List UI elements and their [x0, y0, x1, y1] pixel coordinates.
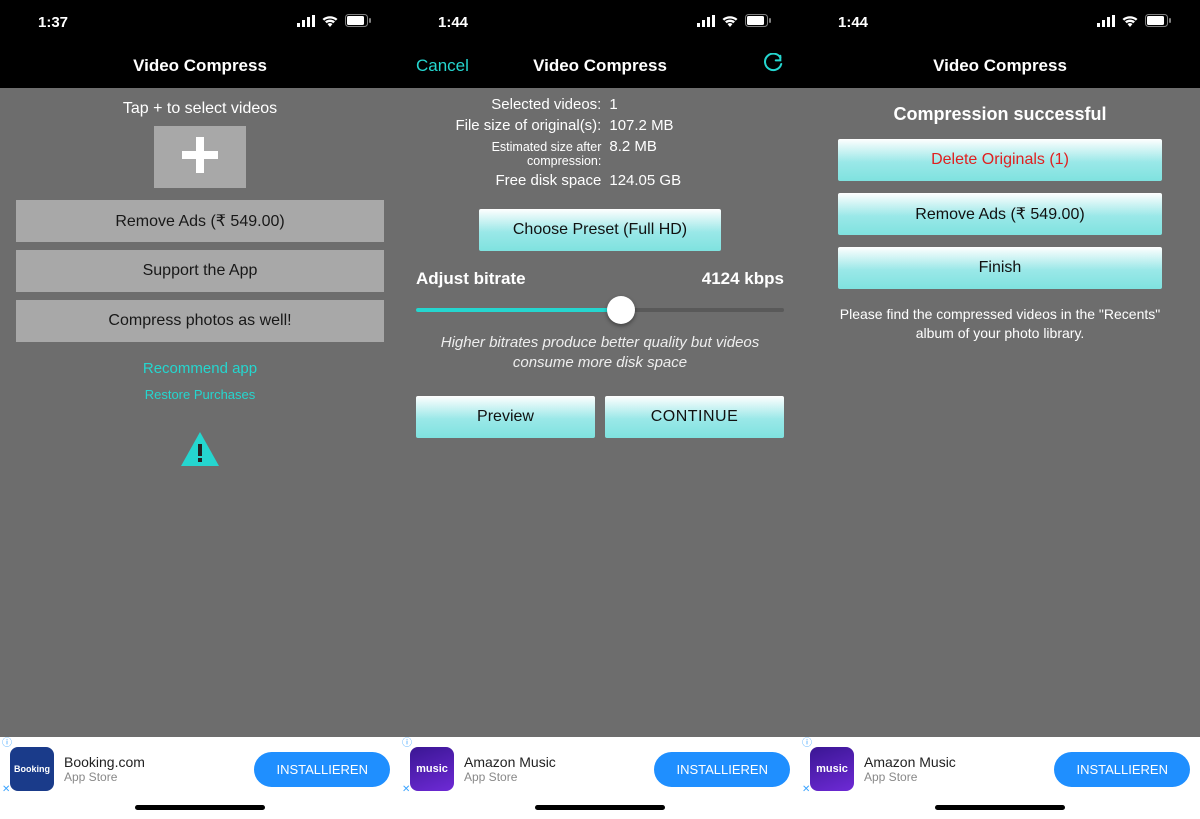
original-size-row: File size of original(s): 107.2 MB	[416, 117, 784, 134]
status-bar: 1:44	[800, 0, 1200, 44]
bitrate-hint: Higher bitrates produce better quality b…	[416, 333, 784, 374]
free-space-label: Free disk space	[416, 172, 607, 189]
compress-photos-button[interactable]: Compress photos as well!	[16, 300, 384, 342]
remove-ads-button[interactable]: Remove Ads (₹ 549.00)	[16, 200, 384, 242]
selected-videos-value: 1	[607, 96, 784, 113]
wifi-icon	[321, 14, 339, 31]
ad-info-icons: ⓘ✕	[402, 739, 412, 795]
ad-subtitle: App Store	[864, 770, 1054, 784]
status-time: 1:44	[838, 14, 868, 31]
preview-button[interactable]: Preview	[416, 396, 595, 438]
ad-title: Amazon Music	[464, 754, 654, 771]
cancel-button[interactable]: Cancel	[416, 56, 469, 76]
content: Tap + to select videos Remove Ads (₹ 549…	[0, 88, 400, 737]
ad-banner[interactable]: ⓘ✕ music Amazon Music App Store INSTALLI…	[800, 737, 1200, 801]
selected-videos-label: Selected videos:	[416, 96, 607, 113]
estimated-size-value: 8.2 MB	[607, 138, 784, 155]
support-app-button[interactable]: Support the App	[16, 250, 384, 292]
cellular-signal-icon	[697, 14, 715, 31]
selected-videos-row: Selected videos: 1	[416, 96, 784, 113]
nav-title: Video Compress	[933, 56, 1067, 76]
ad-banner[interactable]: ⓘ✕ Booking Booking.com App Store INSTALL…	[0, 737, 400, 801]
delete-originals-button[interactable]: Delete Originals (1)	[838, 139, 1162, 181]
ad-banner[interactable]: ⓘ✕ music Amazon Music App Store INSTALLI…	[400, 737, 800, 801]
ad-app-icon: music	[810, 747, 854, 791]
bitrate-value: 4124 kbps	[702, 269, 784, 289]
estimated-size-row: Estimated size after compression: 8.2 MB	[416, 138, 784, 168]
success-title: Compression successful	[893, 104, 1106, 125]
free-space-row: Free disk space 124.05 GB	[416, 172, 784, 189]
nav-bar: Video Compress	[0, 44, 400, 88]
ad-text: Amazon Music App Store	[464, 754, 654, 785]
estimated-size-label: Estimated size after compression:	[416, 140, 607, 168]
bitrate-slider[interactable]	[416, 295, 784, 325]
original-size-value: 107.2 MB	[607, 117, 784, 134]
ad-text: Amazon Music App Store	[864, 754, 1054, 785]
home-indicator	[400, 801, 800, 819]
wifi-icon	[1121, 14, 1139, 31]
status-time: 1:37	[38, 14, 68, 31]
success-message: Please find the compressed videos in the…	[816, 305, 1184, 343]
ad-app-icon: music	[410, 747, 454, 791]
battery-icon	[345, 14, 372, 31]
cellular-signal-icon	[297, 14, 315, 31]
ad-install-button[interactable]: INSTALLIEREN	[654, 752, 790, 787]
free-space-value: 124.05 GB	[607, 172, 784, 189]
ad-app-icon: Booking	[10, 747, 54, 791]
ad-install-button[interactable]: INSTALLIEREN	[254, 752, 390, 787]
ad-subtitle: App Store	[64, 770, 254, 784]
home-indicator	[0, 801, 400, 819]
refresh-button[interactable]	[762, 53, 784, 80]
home-indicator	[800, 801, 1200, 819]
ad-text: Booking.com App Store	[64, 754, 254, 785]
ad-title: Booking.com	[64, 754, 254, 771]
slider-thumb[interactable]	[607, 296, 635, 324]
ad-info-icons: ⓘ✕	[2, 739, 12, 795]
restore-purchases-link[interactable]: Restore Purchases	[145, 387, 256, 402]
battery-icon	[745, 14, 772, 31]
status-bar: 1:44	[400, 0, 800, 44]
add-video-button[interactable]	[154, 126, 246, 188]
screen-home: 1:37 Video Compress Tap + to select vide…	[0, 0, 400, 819]
status-right	[297, 14, 372, 31]
continue-button[interactable]: CONTINUE	[605, 396, 784, 438]
nav-bar: Cancel Video Compress	[400, 44, 800, 88]
screen-success: 1:44 Video Compress Compression successf…	[800, 0, 1200, 819]
cellular-signal-icon	[1097, 14, 1115, 31]
battery-icon	[1145, 14, 1172, 31]
nav-title: Video Compress	[533, 56, 667, 76]
ad-install-button[interactable]: INSTALLIEREN	[1054, 752, 1190, 787]
screen-settings: 1:44 Cancel Video Compress Selected vide…	[400, 0, 800, 819]
nav-bar: Video Compress	[800, 44, 1200, 88]
status-time: 1:44	[438, 14, 468, 31]
content: Compression successful Delete Originals …	[800, 88, 1200, 737]
wifi-icon	[721, 14, 739, 31]
plus-icon	[178, 133, 222, 182]
status-bar: 1:37	[0, 0, 400, 44]
bitrate-row: Adjust bitrate 4124 kbps	[416, 269, 784, 289]
recommend-app-link[interactable]: Recommend app	[143, 360, 257, 377]
status-right	[1097, 14, 1172, 31]
nav-title: Video Compress	[133, 56, 267, 76]
ad-info-icons: ⓘ✕	[802, 739, 812, 795]
select-videos-hint: Tap + to select videos	[123, 100, 277, 118]
finish-button[interactable]: Finish	[838, 247, 1162, 289]
original-size-label: File size of original(s):	[416, 117, 607, 134]
ad-title: Amazon Music	[864, 754, 1054, 771]
warning-icon[interactable]	[179, 430, 221, 473]
choose-preset-button[interactable]: Choose Preset (Full HD)	[479, 209, 722, 251]
ad-subtitle: App Store	[464, 770, 654, 784]
content: Selected videos: 1 File size of original…	[400, 88, 800, 737]
remove-ads-button[interactable]: Remove Ads (₹ 549.00)	[838, 193, 1162, 235]
bitrate-label: Adjust bitrate	[416, 269, 526, 289]
status-right	[697, 14, 772, 31]
